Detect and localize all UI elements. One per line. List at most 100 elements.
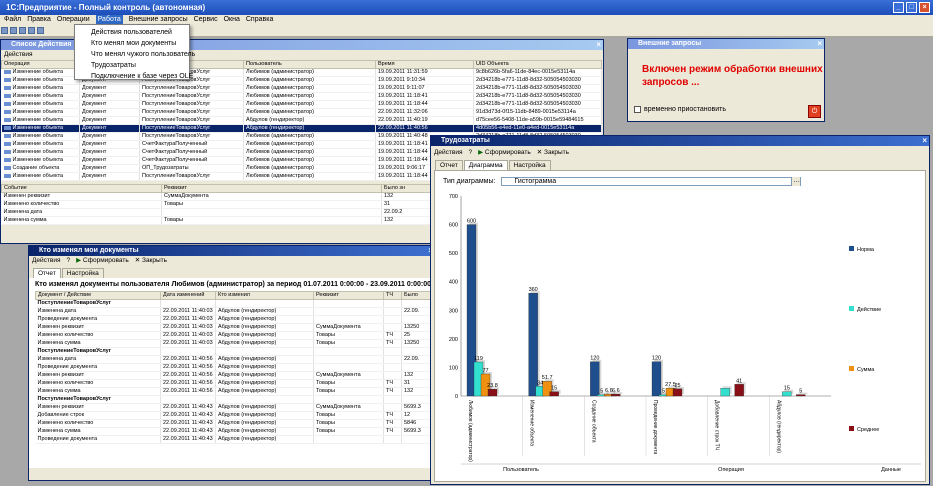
tab-report[interactable]: Отчет <box>435 160 463 170</box>
table-cell: Любимов (администратор) <box>243 156 376 165</box>
report-actions-menu[interactable]: Действия <box>32 256 60 266</box>
save-icon[interactable] <box>19 27 26 34</box>
report-row: ПоступлениеТоваровУслуг <box>35 395 435 404</box>
report-cell: Проведение документа <box>35 363 161 372</box>
table-row[interactable]: Изменение объекта ДокументПоступлениеТова… <box>1 124 602 133</box>
diagram-panel: Тип диаграммы: Гистограмма … 0 100 200 300 40… <box>434 170 926 482</box>
menu-item-user-actions[interactable]: Действия пользователей <box>75 27 189 38</box>
col-time[interactable]: Время <box>375 60 474 69</box>
table-cell: СчетФактураПолученный <box>139 148 244 157</box>
col-user[interactable]: Пользователь <box>243 60 376 69</box>
new-icon[interactable] <box>1 27 8 34</box>
report-generate-button[interactable]: ▶ Сформировать <box>76 256 129 266</box>
col-event[interactable]: Событие <box>1 184 162 193</box>
table-cell: 2d34218b-e771-11d8-8d32-505054503030 <box>473 76 602 85</box>
tab-settings[interactable]: Настройка <box>61 268 104 278</box>
maximize-icon[interactable]: □ <box>906 2 917 13</box>
menu-help[interactable]: Справка <box>246 15 273 25</box>
report-cell: ТЧ <box>383 339 402 348</box>
table-cell: 2d34218b-e771-11d8-8d32-505054503030 <box>473 100 602 109</box>
report-cell: 22.09.2011 11:40:56 <box>160 379 216 388</box>
labor-close-button[interactable]: ✕ Закрыть <box>537 148 569 158</box>
report-cell: Товары <box>313 427 384 436</box>
close-icon[interactable]: × <box>817 39 822 48</box>
menu-item-labor[interactable]: Трудозатраты <box>75 60 189 71</box>
x-tick-label: Абдулов (гендиректор) <box>775 400 781 453</box>
report-row: Проведение документа 22.09.2011 11:40:43 А… <box>35 435 435 444</box>
tab-report[interactable]: Отчет <box>33 268 61 278</box>
report-cell: Абдулов (гендиректор) <box>215 339 314 348</box>
legend-label: Действие <box>857 306 881 313</box>
col-operation[interactable]: Операция <box>1 60 80 69</box>
report-close-button[interactable]: ✕ Закрыть <box>135 256 167 266</box>
dropdown-icon[interactable]: … <box>791 177 801 186</box>
report-cell <box>383 371 402 380</box>
data-label: 6.6 <box>612 388 620 394</box>
report-row: Изменена сумма 22.09.2011 11:40:43 Абдулов… <box>35 427 435 436</box>
col-requisite: Реквизит <box>313 291 384 300</box>
data-label: 25 <box>674 383 680 389</box>
x-tick-label: Создание объекта <box>590 400 596 443</box>
table-cell: Изменение объекта <box>1 108 80 117</box>
row-icon <box>3 93 11 98</box>
report-cell: Изменено количество <box>35 419 161 428</box>
external-title: Внешние запросы <box>638 40 702 47</box>
table-cell: Любимов (администратор) <box>243 108 376 117</box>
help-icon[interactable]: ? <box>468 148 472 158</box>
labor-generate-button[interactable]: ▶ Сформировать <box>478 148 531 158</box>
menu-windows[interactable]: Окна <box>224 15 240 25</box>
table-row[interactable]: Изменение объекта ДокументПоступлениеТова… <box>1 108 602 117</box>
labor-actions-menu[interactable]: Действия <box>434 148 462 158</box>
report-cell: Товары <box>313 331 384 340</box>
minimize-icon[interactable]: _ <box>893 2 904 13</box>
pause-checkbox[interactable] <box>634 106 641 113</box>
close-icon[interactable]: × <box>596 40 601 49</box>
actions-window-title: Список Действия <box>11 41 72 48</box>
footer-label: Данные <box>881 467 901 473</box>
diagram-type-select[interactable]: Гистограмма… <box>501 177 802 186</box>
open-icon[interactable] <box>10 27 17 34</box>
legend-label: Норма <box>857 247 875 253</box>
legend-label: Среднее <box>857 427 879 433</box>
menu-edit[interactable]: Правка <box>27 15 51 25</box>
table-cell: Изменение объекта <box>1 172 80 181</box>
actions-menu[interactable]: Действия <box>4 50 32 60</box>
table-row[interactable]: Изменение объекта ДокументПоступлениеТова… <box>1 100 602 109</box>
copy-icon[interactable] <box>37 27 44 34</box>
table-cell: Документ <box>79 172 140 181</box>
report-cell: Товары <box>313 419 384 428</box>
cut-icon[interactable] <box>28 27 35 34</box>
menu-file[interactable]: Файл <box>4 15 21 25</box>
bar <box>611 393 621 397</box>
data-label: 600 <box>467 219 476 225</box>
table-cell: Документ <box>79 92 140 101</box>
table-cell: Любимов (администратор) <box>243 100 376 109</box>
tab-diagram[interactable]: Диаграмма <box>463 160 508 170</box>
close-icon[interactable]: × <box>922 136 927 145</box>
table-cell: Любимов (администратор) <box>243 164 376 173</box>
menu-item-what-changed[interactable]: Что менял чужого пользователь <box>75 49 195 60</box>
table-row[interactable]: Изменение объекта ДокументПоступлениеТова… <box>1 84 602 93</box>
menu-item-ole[interactable]: Подключение к базе через OLE <box>75 71 193 82</box>
report-generate-label: Сформировать <box>82 257 129 264</box>
report-cell: ТЧ <box>383 411 402 420</box>
table-row[interactable]: Изменение объекта ДокументПоступлениеТова… <box>1 92 602 101</box>
bar <box>651 361 662 397</box>
report-row: Проведение документа 22.09.2011 11:40:03 А… <box>35 315 435 324</box>
close-icon[interactable]: × <box>919 2 930 13</box>
report-cell <box>383 347 402 356</box>
report-cell: ТЧ <box>383 427 402 436</box>
stop-icon[interactable]: ⏻ <box>808 105 821 118</box>
menu-item-who-changed[interactable]: Кто менял мои документы <box>75 38 189 49</box>
table-row[interactable]: Изменение объекта ДокументПоступлениеТова… <box>1 116 602 125</box>
col-attribute[interactable]: Реквизит <box>161 184 382 193</box>
work-menu-dropdown: Действия пользователей Кто менял мои док… <box>74 24 195 82</box>
table-cell: Изменено количество <box>1 200 162 209</box>
table-cell: ПоступлениеТоваровУслуг <box>139 116 244 125</box>
tab-settings[interactable]: Настройка <box>508 160 551 170</box>
row-icon <box>3 109 11 114</box>
menu-service[interactable]: Сервис <box>194 15 218 25</box>
table-cell: 22.09.2011 11:32:06 <box>375 108 474 117</box>
help-icon[interactable]: ? <box>66 256 70 266</box>
col-uid[interactable]: UID Объекта <box>473 60 602 69</box>
